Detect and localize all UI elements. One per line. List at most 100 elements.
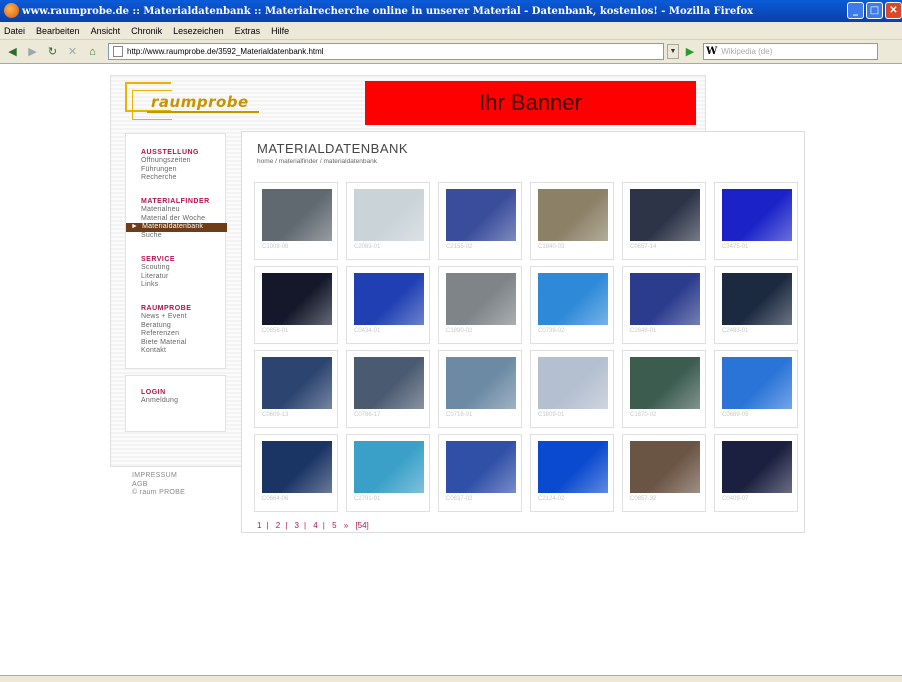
material-tile[interactable]: C1890-02 xyxy=(438,266,522,344)
stop-icon[interactable]: ✕ xyxy=(64,43,81,60)
material-thumbnail[interactable] xyxy=(630,441,700,493)
sidebar-heading[interactable]: LOGIN xyxy=(126,388,227,397)
sidebar-heading[interactable]: AUSSTELLUNG xyxy=(126,148,227,157)
material-tile[interactable]: C0637-02 xyxy=(438,434,522,512)
maximize-button[interactable]: □ xyxy=(866,2,883,19)
menu-lesezeichen[interactable]: Lesezeichen xyxy=(173,26,224,36)
material-tile[interactable]: C1008-08 xyxy=(254,182,338,260)
minimize-button[interactable]: _ xyxy=(847,2,864,19)
material-tile[interactable]: C0786-17 xyxy=(346,350,430,428)
breadcrumb[interactable]: home / materialfinder / materialdatenban… xyxy=(257,158,377,165)
last-page-link[interactable]: [54] xyxy=(355,521,368,530)
raumprobe-logo[interactable]: raumprobe xyxy=(125,82,265,124)
sidebar-item-beratung[interactable]: Beratung xyxy=(126,322,227,331)
footer-impressum[interactable]: IMPRESSUM xyxy=(132,472,185,481)
search-engine-icon[interactable]: W xyxy=(706,46,717,57)
material-tile[interactable]: C1840-03 xyxy=(530,182,614,260)
material-thumbnail[interactable] xyxy=(262,357,332,409)
reload-icon[interactable]: ↻ xyxy=(44,43,61,60)
sidebar-item-anmeldung[interactable]: Anmeldung xyxy=(126,397,227,406)
material-tile[interactable]: C0657-14 xyxy=(622,182,706,260)
material-thumbnail[interactable] xyxy=(446,357,516,409)
menu-bearbeiten[interactable]: Bearbeiten xyxy=(36,26,80,36)
menu-ansicht[interactable]: Ansicht xyxy=(91,26,121,36)
sidebar-item-literatur[interactable]: Literatur xyxy=(126,273,227,282)
sidebar-item-scouting[interactable]: Scouting xyxy=(126,264,227,273)
sidebar-item-biete-material[interactable]: Biete Material xyxy=(126,339,227,348)
material-thumbnail[interactable] xyxy=(262,441,332,493)
material-thumbnail[interactable] xyxy=(722,357,792,409)
sidebar-heading[interactable]: RAUMPROBE xyxy=(126,304,227,313)
material-thumbnail[interactable] xyxy=(446,273,516,325)
close-button[interactable]: ✕ xyxy=(885,2,902,19)
material-tile[interactable]: C0664-06 xyxy=(254,434,338,512)
material-tile[interactable]: C2155-02 xyxy=(438,182,522,260)
material-thumbnail[interactable] xyxy=(630,357,700,409)
menu-extras[interactable]: Extras xyxy=(235,26,261,36)
material-tile[interactable]: C1809-01 xyxy=(530,350,614,428)
sidebar-item-material-der-woche[interactable]: Material der Woche xyxy=(126,215,227,224)
material-thumbnail[interactable] xyxy=(538,441,608,493)
search-input[interactable]: W Wikipedia (de) xyxy=(703,43,878,60)
material-thumbnail[interactable] xyxy=(446,189,516,241)
material-thumbnail[interactable] xyxy=(722,273,792,325)
page-link-4[interactable]: 4 xyxy=(313,521,317,530)
material-tile[interactable]: C0739-02 xyxy=(530,266,614,344)
sidebar-item-materialneu[interactable]: Materialneu xyxy=(126,206,227,215)
material-thumbnail[interactable] xyxy=(630,273,700,325)
material-thumbnail[interactable] xyxy=(538,273,608,325)
material-tile[interactable]: C3475-01 xyxy=(714,182,798,260)
sidebar-item-referenzen[interactable]: Referenzen xyxy=(126,330,227,339)
material-tile[interactable]: C0857-32 xyxy=(622,434,706,512)
address-bar[interactable]: http://www.raumprobe.de/3592_Materialdat… xyxy=(108,43,664,60)
material-thumbnail[interactable] xyxy=(722,441,792,493)
footer-agb[interactable]: AGB xyxy=(132,481,185,490)
material-thumbnail[interactable] xyxy=(446,441,516,493)
url-dropdown-icon[interactable]: ▼ xyxy=(667,44,679,59)
material-tile[interactable]: C2124-02 xyxy=(530,434,614,512)
material-tile[interactable]: C0689-05 xyxy=(714,350,798,428)
sidebar-item-links[interactable]: Links xyxy=(126,281,227,290)
sidebar-item-materialdatenbank[interactable]: ► Materialdatenbank xyxy=(126,223,227,232)
material-tile[interactable]: C1870-02 xyxy=(622,350,706,428)
material-tile[interactable]: C0716-01 xyxy=(438,350,522,428)
menu-hilfe[interactable]: Hilfe xyxy=(271,26,289,36)
page-link-3[interactable]: 3 xyxy=(295,521,299,530)
menu-chronik[interactable]: Chronik xyxy=(131,26,162,36)
back-icon[interactable]: ◀ xyxy=(4,43,21,60)
material-thumbnail[interactable] xyxy=(354,189,424,241)
material-thumbnail[interactable] xyxy=(262,273,332,325)
material-tile[interactable]: C2791-01 xyxy=(346,434,430,512)
ad-banner[interactable]: Ihr Banner xyxy=(365,81,696,125)
sidebar-item-fuehrungen[interactable]: Führungen xyxy=(126,166,227,175)
forward-icon[interactable]: ▶ xyxy=(24,43,41,60)
material-tile[interactable]: C0434-01 xyxy=(346,266,430,344)
sidebar-item-recherche[interactable]: Recherche xyxy=(126,174,227,183)
material-tile[interactable]: C0609-13 xyxy=(254,350,338,428)
sidebar-item-news-event[interactable]: News + Event xyxy=(126,313,227,322)
menu-datei[interactable]: Datei xyxy=(4,26,25,36)
sidebar-heading[interactable]: MATERIALFINDER xyxy=(126,197,227,206)
material-thumbnail[interactable] xyxy=(722,189,792,241)
material-thumbnail[interactable] xyxy=(538,189,608,241)
material-thumbnail[interactable] xyxy=(262,189,332,241)
material-thumbnail[interactable] xyxy=(354,441,424,493)
material-thumbnail[interactable] xyxy=(354,357,424,409)
sidebar-item-kontakt[interactable]: Kontakt xyxy=(126,347,227,356)
material-tile[interactable]: C2483-01 xyxy=(714,266,798,344)
sidebar-heading[interactable]: SERVICE xyxy=(126,255,227,264)
material-thumbnail[interactable] xyxy=(538,357,608,409)
material-tile[interactable]: C2848-01 xyxy=(622,266,706,344)
page-link-2[interactable]: 2 xyxy=(276,521,280,530)
sidebar-item-oeffnungszeiten[interactable]: Öffnungszeiten xyxy=(126,157,227,166)
next-page-link[interactable]: » xyxy=(344,521,348,530)
material-tile[interactable]: C2083-01 xyxy=(346,182,430,260)
material-tile[interactable]: C0409-07 xyxy=(714,434,798,512)
material-thumbnail[interactable] xyxy=(630,189,700,241)
page-link-5[interactable]: 5 xyxy=(332,521,336,530)
page-link-1[interactable]: 1 xyxy=(257,521,261,530)
material-tile[interactable]: C0858-01 xyxy=(254,266,338,344)
sidebar-item-suche[interactable]: Suche xyxy=(126,232,227,241)
go-icon[interactable]: ▶ xyxy=(683,45,697,59)
home-icon[interactable]: ⌂ xyxy=(84,43,101,60)
